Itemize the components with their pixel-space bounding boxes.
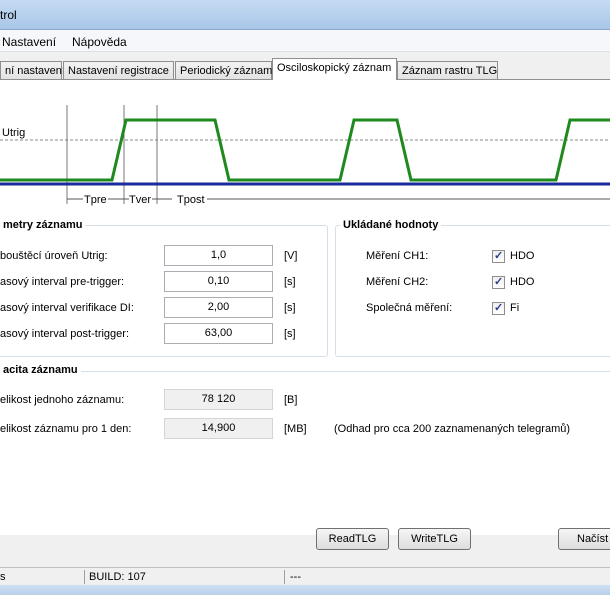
posttrigger-unit: [s]	[284, 328, 296, 340]
title-bar: trol	[0, 0, 610, 30]
tab-nastaveni-registrace[interactable]: Nastavení registrace	[63, 61, 174, 80]
menu-nastaveni[interactable]: Nastavení	[2, 35, 56, 49]
capacity-note: (Odhad pro cca 200 zaznamenaných telegra…	[334, 423, 571, 435]
capacity-separator	[0, 371, 610, 372]
params-group-title: metry záznamu	[0, 219, 86, 231]
ch1-hdo-checkbox[interactable]	[492, 249, 505, 263]
trigger-diagram: Utrig Tpre Tver Tpost	[0, 105, 610, 206]
param-label-posttrigger: asový interval post-trigger:	[0, 328, 129, 340]
trigger-signal	[0, 118, 610, 182]
read-tlg-button[interactable]: ReadTLG	[316, 528, 389, 550]
window-title: trol	[0, 8, 17, 22]
verify-input[interactable]: 2,00	[164, 297, 273, 318]
common-fi-checkbox[interactable]	[492, 301, 505, 315]
record-size-unit: [B]	[284, 394, 298, 406]
status-bar: s BUILD: 107 ---	[0, 567, 610, 585]
capacity-title: acita záznamu	[0, 364, 81, 376]
tab-zaznam-rastru-tlg[interactable]: Záznam rastru TLG	[397, 61, 498, 80]
day-size-value: 14,900	[164, 418, 273, 439]
write-tlg-button[interactable]: WriteTLG	[398, 528, 471, 550]
tpost-label: Tpost	[177, 194, 205, 206]
tab-osciloskopicky-zaznam[interactable]: Osciloskopický záznam	[272, 58, 397, 80]
capacity-label-day: elikost záznamu pro 1 den:	[0, 423, 132, 435]
saved-label-ch2: Měření CH2:	[366, 276, 429, 288]
posttrigger-input[interactable]: 63,00	[164, 323, 273, 344]
saved-label-ch1: Měření CH1:	[366, 250, 429, 262]
tpre-label: Tpre	[84, 194, 107, 206]
load-button[interactable]: Načíst	[558, 528, 610, 550]
utrig-label: Utrig	[2, 127, 25, 139]
capacity-label-record: elikost jednoho záznamu:	[0, 394, 125, 406]
tab-strip: ní nastavení Nastavení registrace Period…	[0, 58, 610, 80]
record-size-value: 78 120	[164, 389, 273, 410]
saved-label-common: Společná měření:	[366, 302, 453, 314]
saved-values-group	[335, 225, 610, 357]
status-right: ---	[290, 571, 301, 583]
tver-label: Tver	[129, 194, 151, 206]
pretrigger-unit: [s]	[284, 276, 296, 288]
day-size-unit: [MB]	[284, 423, 307, 435]
menu-napoveda[interactable]: Nápověda	[72, 35, 127, 49]
pretrigger-input[interactable]: 0,10	[164, 271, 273, 292]
menu-bar: Nastavení Nápověda	[0, 30, 610, 52]
utrig-input[interactable]: 1,0	[164, 245, 273, 266]
common-fi-label: Fi	[510, 302, 520, 314]
param-label-pretrigger: asový interval pre-trigger:	[0, 276, 125, 288]
param-label-utrig: bouštěcí úroveň Utrig:	[0, 250, 108, 262]
tab-obecne-nastaveni[interactable]: ní nastavení	[0, 61, 65, 80]
utrig-unit: [V]	[284, 250, 298, 262]
verify-unit: [s]	[284, 302, 296, 314]
saved-values-title: Ukládané hodnoty	[340, 219, 442, 231]
ch1-hdo-label: HDO	[510, 250, 535, 262]
tab-periodicky-zaznam[interactable]: Periodický záznam	[175, 61, 272, 80]
ch2-hdo-checkbox[interactable]	[492, 275, 505, 289]
window-bottom-frame	[0, 585, 610, 595]
application-window: trol Nastavení Nápověda ní nastavení Nas…	[0, 0, 610, 595]
param-label-verify: asový interval verifikace DI:	[0, 302, 134, 314]
status-left: s	[0, 571, 6, 583]
status-build: BUILD: 107	[89, 571, 146, 583]
ch2-hdo-label: HDO	[510, 276, 535, 288]
